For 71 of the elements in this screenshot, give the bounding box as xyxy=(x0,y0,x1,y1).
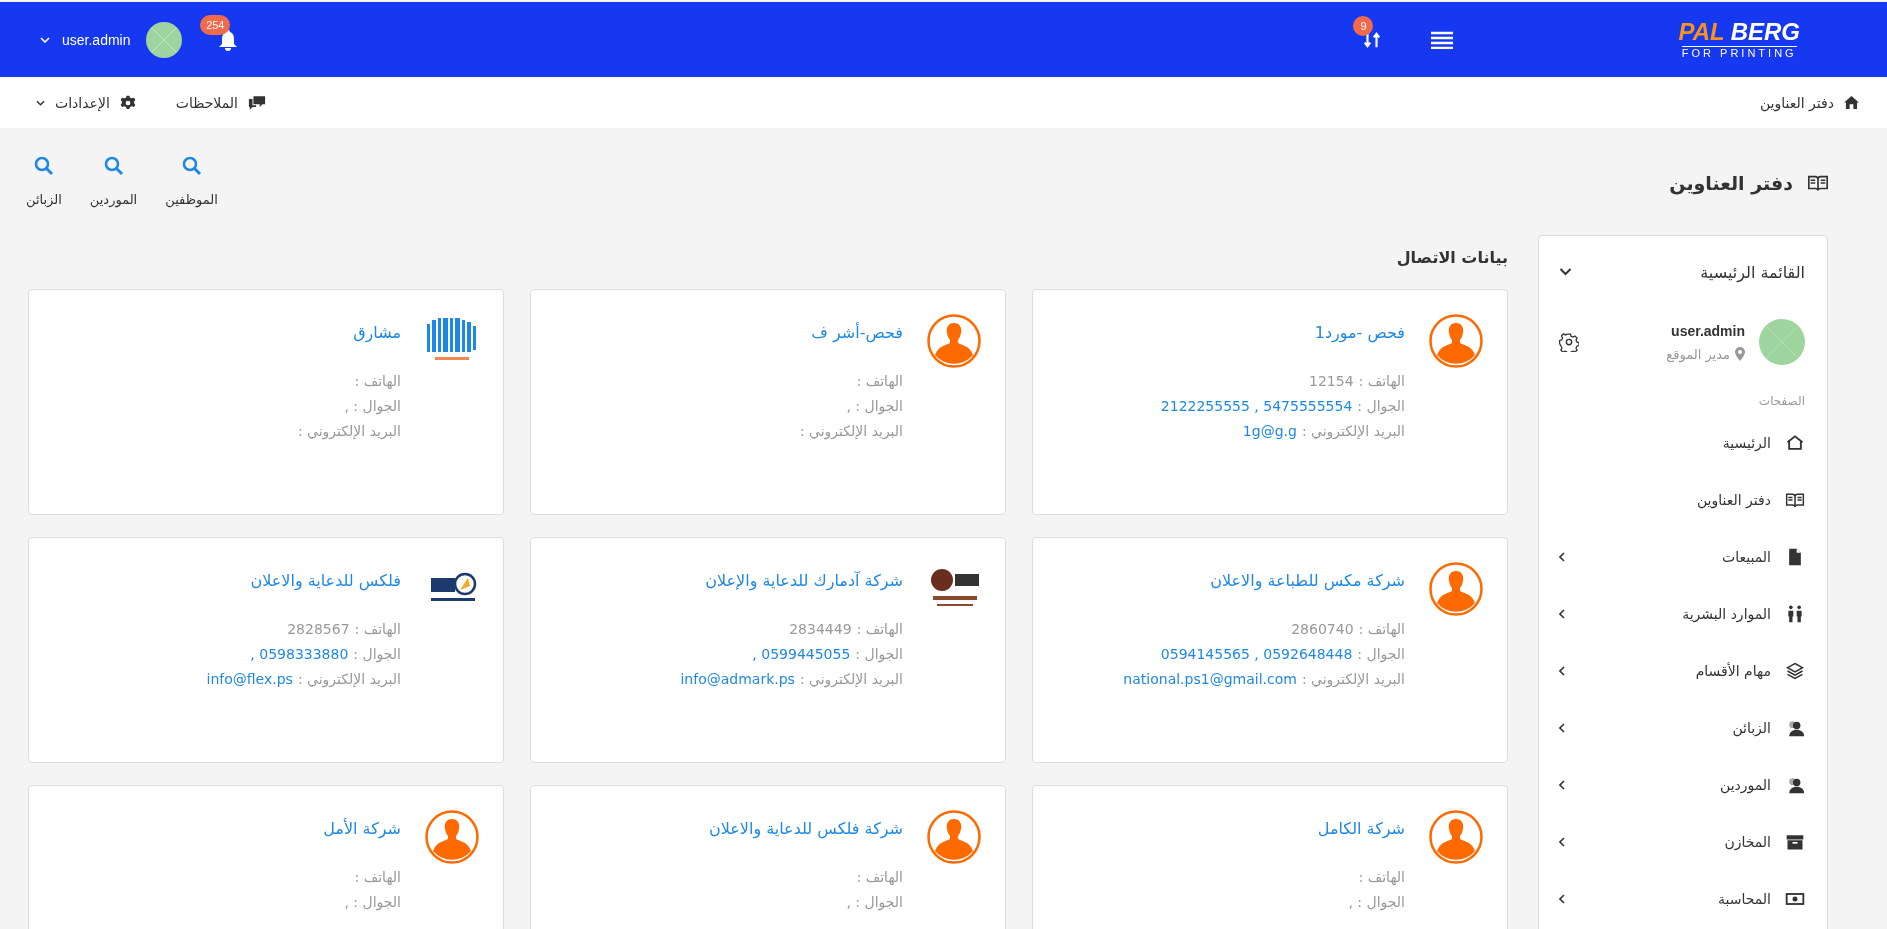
avatar-icon xyxy=(1429,810,1483,864)
search-shortcut[interactable]: الموظفين xyxy=(165,156,218,207)
notes-button[interactable]: الملاحظات xyxy=(175,94,266,111)
settings-icon[interactable] xyxy=(1559,332,1579,352)
sync-icon[interactable] xyxy=(1363,29,1382,50)
search-shortcut[interactable]: الموردين xyxy=(89,156,138,207)
logo-tagline: FOR PRINTING xyxy=(1681,46,1797,59)
contact-detail: الهاتف : xyxy=(855,372,903,391)
sidebar-item[interactable]: الموردين xyxy=(1559,756,1805,813)
user-name[interactable]: user.admin xyxy=(62,31,131,48)
contact-name[interactable]: فحص -مورد1 xyxy=(1160,323,1405,342)
contact-name[interactable]: شركة الأمل xyxy=(323,819,401,838)
sidebar-item[interactable]: المخازن xyxy=(1559,813,1805,870)
contact-detail: الجوال : , xyxy=(845,397,903,416)
sidebar-item[interactable]: الموارد البشرية xyxy=(1559,585,1805,642)
bell-icon[interactable] xyxy=(218,28,239,51)
sidebar-item[interactable]: المبيعات xyxy=(1559,528,1805,585)
user-name: user.admin xyxy=(1670,322,1745,339)
search-icon xyxy=(181,156,202,176)
contact-detail: الهاتف : xyxy=(353,372,401,391)
section-title: بيانات الاتصال xyxy=(1395,248,1508,267)
contact-detail: الجوال : , xyxy=(1347,893,1405,912)
contact-detail: البريد الإلكتروني : xyxy=(297,422,401,441)
search-icon xyxy=(33,156,54,176)
search-shortcut[interactable]: الزبائن xyxy=(26,156,62,207)
settings-button[interactable]: الإعدادات xyxy=(36,94,136,111)
logo-word[interactable]: BERG xyxy=(1730,20,1800,44)
count-badge: 254 xyxy=(200,14,231,35)
contact-detail: الجوال : , xyxy=(343,893,401,912)
chat-icon xyxy=(247,95,266,110)
contact-detail: الهاتف : xyxy=(1357,868,1405,887)
user-role: مدير الموقع xyxy=(1666,346,1730,362)
breadcrumb-link[interactable]: دفتر العناوين xyxy=(1759,94,1834,111)
avatar-icon xyxy=(927,314,981,368)
home-icon[interactable] xyxy=(1844,96,1859,109)
avatar[interactable] xyxy=(146,21,183,58)
contact-name[interactable]: شركة فلكس للدعاية والاعلان xyxy=(708,819,903,838)
sidebar-item[interactable]: دفتر العناوين xyxy=(1559,471,1805,528)
sidebar-title: القائمة الرئيسية xyxy=(1700,262,1805,282)
location-icon xyxy=(1735,347,1745,361)
layers-icon xyxy=(1785,660,1805,681)
avatar-icon xyxy=(1429,314,1483,368)
caret-icon xyxy=(36,99,45,106)
count-badge: 9 xyxy=(1353,15,1374,36)
people-icon xyxy=(1785,603,1805,624)
chevron-icon[interactable] xyxy=(1559,268,1572,276)
contact-name[interactable]: مشارق xyxy=(297,323,401,342)
search-icon xyxy=(103,156,124,176)
contact-detail: الجوال : , xyxy=(845,893,903,912)
menu-icon[interactable] xyxy=(1431,30,1454,49)
contact-name[interactable]: فحص-أشر ف xyxy=(799,323,903,342)
contact-detail: الجوال : , xyxy=(343,397,401,416)
contact-detail: الهاتف : xyxy=(855,868,903,887)
avatar xyxy=(1759,319,1805,365)
sidebar-item[interactable]: المحاسبة xyxy=(1559,870,1805,927)
sidebar-item[interactable]: مهام الأقسام xyxy=(1559,642,1805,699)
sidebar-item[interactable]: الرئيسية xyxy=(1559,414,1805,471)
contact-name[interactable]: شركة مكس للطباعة والاعلان xyxy=(1123,571,1405,590)
section-label: الصفحات xyxy=(1757,394,1805,408)
sidebar-item[interactable]: الزبائن xyxy=(1559,699,1805,756)
contact-detail: البريد الإلكتروني : xyxy=(799,422,903,441)
contact-name[interactable]: شركة الكامل xyxy=(1317,819,1405,838)
avatar-icon xyxy=(927,810,981,864)
contact-detail: الهاتف : xyxy=(353,868,401,887)
avatar-icon xyxy=(425,810,479,864)
avatar-icon xyxy=(1429,562,1483,616)
caret-icon[interactable] xyxy=(40,36,50,43)
gear-icon xyxy=(119,94,136,111)
page-title: دفتر العناوين xyxy=(1669,171,1793,194)
contact-name[interactable]: فلكس للدعاية والاعلان xyxy=(206,571,401,590)
contact-name[interactable]: شركة آدمارك للدعاية والإعلان xyxy=(680,571,903,590)
